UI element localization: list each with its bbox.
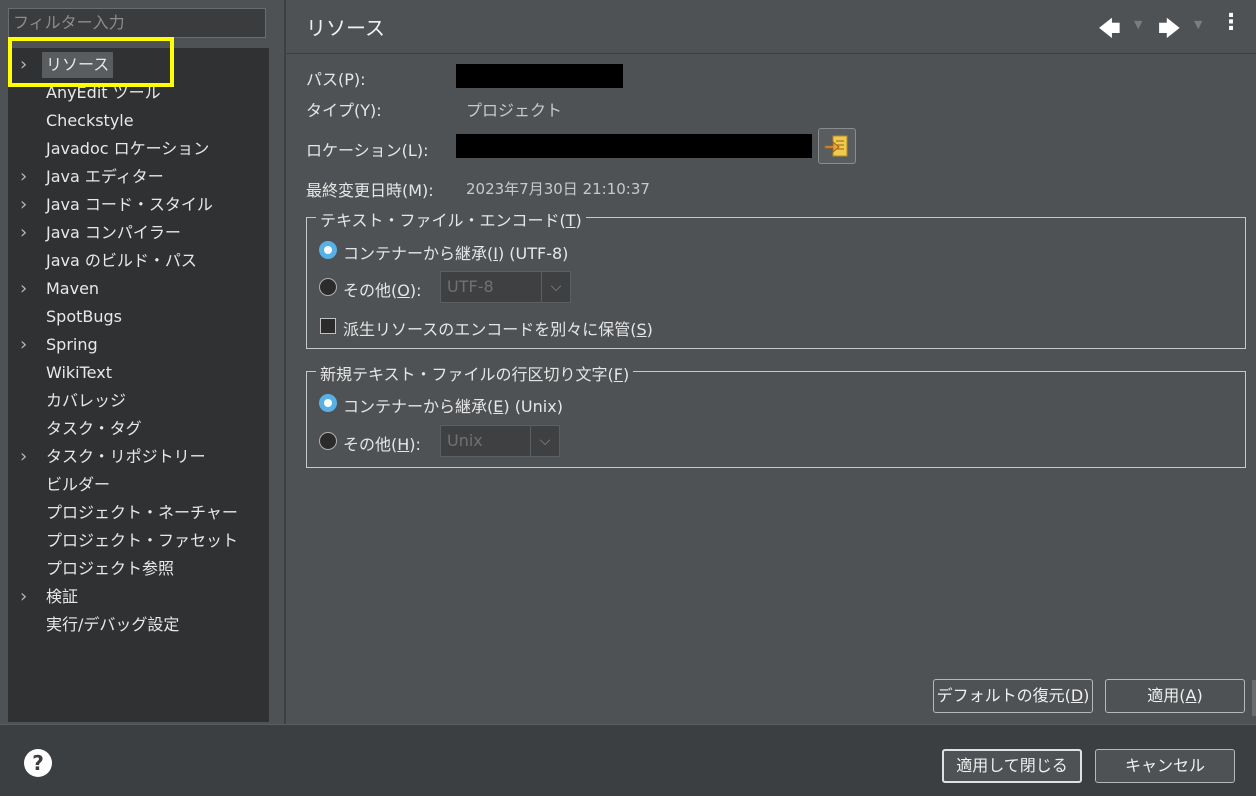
encoding-select[interactable]: UTF-8 ⌵ bbox=[440, 271, 571, 303]
arrow-left-icon[interactable]: 🡄 bbox=[1098, 12, 1121, 50]
encoding-select-value: UTF-8 bbox=[447, 277, 494, 296]
tree-item[interactable]: Java のビルド・パス bbox=[8, 248, 269, 274]
tree-item-label: タスク・タグ bbox=[46, 419, 142, 438]
type-value: プロジェクト bbox=[466, 101, 563, 120]
modified-label: 最終変更日時(M): bbox=[306, 181, 434, 200]
tree-item-label: プロジェクト参照 bbox=[46, 559, 175, 578]
preferences-tree-panel: フィルター入力 › リソース AnyEdit ツール Checkstyle Javado… bbox=[0, 0, 286, 724]
filter-input[interactable]: フィルター入力 bbox=[8, 8, 266, 38]
line-delimiter-group-title: 新規テキスト・ファイルの行区切り文字(F) bbox=[316, 361, 634, 385]
open-location-icon bbox=[824, 135, 848, 157]
delimiter-select-value: Unix bbox=[447, 431, 483, 450]
tree-item-label: タスク・リポジトリー bbox=[46, 447, 206, 466]
encoding-other-label[interactable]: その他(O): bbox=[343, 277, 421, 301]
tree-item-label: Checkstyle bbox=[46, 111, 134, 130]
chevron-right-icon[interactable]: › bbox=[20, 164, 32, 190]
kebab-menu-icon[interactable]: ⋮ bbox=[1220, 10, 1242, 35]
tree-item-label: カバレッジ bbox=[46, 391, 127, 410]
tree-item-label: Maven bbox=[46, 279, 100, 298]
tree-item-label: WikiText bbox=[46, 363, 112, 382]
encoding-inherit-radio[interactable] bbox=[319, 241, 337, 259]
tree-item[interactable]: プロジェクト参照 bbox=[8, 556, 269, 582]
tree-item-label: 検証 bbox=[46, 587, 79, 606]
tree-item[interactable]: Javadoc ロケーション bbox=[8, 136, 269, 162]
chevron-right-icon[interactable]: › bbox=[20, 584, 32, 610]
delimiter-inherit-label[interactable]: コンテナーから継承(E) (Unix) bbox=[343, 393, 563, 417]
help-icon[interactable]: ? bbox=[24, 749, 52, 777]
tree-item-label: プロジェクト・ネーチャー bbox=[46, 503, 238, 522]
chevron-right-icon[interactable]: › bbox=[20, 444, 32, 470]
tree-item[interactable]: 実行/デバッグ設定 bbox=[8, 612, 269, 638]
tree-item[interactable]: › Spring bbox=[8, 332, 269, 358]
delimiter-other-label[interactable]: その他(H): bbox=[343, 431, 421, 455]
delimiter-select[interactable]: Unix ⌵ bbox=[440, 425, 560, 457]
tree-item[interactable]: SpotBugs bbox=[8, 304, 269, 330]
tree-item[interactable]: WikiText bbox=[8, 360, 269, 386]
tree-item[interactable]: タスク・タグ bbox=[8, 416, 269, 442]
tree-item[interactable]: › Java コンパイラー bbox=[8, 220, 269, 246]
type-label: タイプ(Y): bbox=[306, 101, 382, 120]
forward-dropdown-icon[interactable]: ▼ bbox=[1194, 18, 1202, 31]
chevron-right-icon[interactable]: › bbox=[20, 192, 32, 218]
apply-button[interactable]: 適用(A) bbox=[1105, 679, 1245, 713]
derived-encoding-label[interactable]: 派生リソースのエンコードを別々に保管(S) bbox=[343, 316, 653, 340]
modified-value: 2023年7月30日 21:10:37 bbox=[466, 180, 650, 198]
location-label: ロケーション(L): bbox=[306, 141, 429, 160]
chevron-right-icon[interactable]: › bbox=[20, 332, 32, 358]
tree-item-label: Java エディター bbox=[46, 167, 164, 186]
tree-item-label: SpotBugs bbox=[46, 307, 122, 326]
cancel-button[interactable]: キャンセル bbox=[1095, 749, 1235, 783]
tree-item-label: プロジェクト・ファセット bbox=[46, 531, 239, 550]
tree-item[interactable]: › Java エディター bbox=[8, 164, 269, 190]
tree-item[interactable]: プロジェクト・ファセット bbox=[8, 528, 269, 554]
tree-item[interactable]: › タスク・リポジトリー bbox=[8, 444, 269, 470]
path-label: パス(P): bbox=[306, 70, 366, 89]
tree-item[interactable]: › Java コード・スタイル bbox=[8, 192, 269, 218]
chevron-down-icon: ⌵ bbox=[530, 426, 559, 456]
tree-item[interactable]: ビルダー bbox=[8, 472, 269, 498]
location-value-redacted bbox=[456, 134, 812, 158]
chevron-down-icon: ⌵ bbox=[541, 272, 570, 302]
tree-item-label: 実行/デバッグ設定 bbox=[46, 615, 180, 634]
tree-item[interactable]: Checkstyle bbox=[8, 108, 269, 134]
tree-item-label: Java のビルド・パス bbox=[46, 251, 197, 270]
vertical-scrollbar[interactable] bbox=[1252, 680, 1256, 716]
chevron-right-icon[interactable]: › bbox=[20, 276, 32, 302]
encoding-other-radio[interactable] bbox=[319, 278, 337, 296]
header-separator bbox=[286, 53, 1256, 54]
category-tree: › リソース AnyEdit ツール Checkstyle Javadoc ロケーション… bbox=[8, 48, 269, 722]
tree-item-label: Javadoc ロケーション bbox=[46, 139, 210, 158]
arrow-right-icon[interactable]: 🡆 bbox=[1158, 12, 1181, 50]
chevron-right-icon[interactable]: › bbox=[20, 220, 32, 246]
derived-encoding-checkbox[interactable] bbox=[320, 318, 336, 334]
tree-item-label: ビルダー bbox=[46, 475, 111, 494]
tree-item[interactable]: カバレッジ bbox=[8, 388, 269, 414]
tree-item[interactable]: › Maven bbox=[8, 276, 269, 302]
tree-item[interactable]: プロジェクト・ネーチャー bbox=[8, 500, 269, 526]
encoding-inherit-label[interactable]: コンテナーから継承(I) (UTF-8) bbox=[343, 240, 568, 264]
tree-item[interactable]: › 検証 bbox=[8, 584, 269, 610]
show-in-explorer-button[interactable] bbox=[818, 128, 856, 164]
tree-item-label: Java コード・スタイル bbox=[46, 195, 213, 214]
delimiter-other-radio[interactable] bbox=[319, 432, 337, 450]
encoding-group-title: テキスト・ファイル・エンコード(T) bbox=[316, 207, 586, 231]
tree-item-label: Spring bbox=[46, 335, 98, 354]
tree-item-label: Java コンパイラー bbox=[46, 223, 181, 242]
restore-defaults-button[interactable]: デフォルトの復元(D) bbox=[933, 679, 1093, 713]
page-title: リソース bbox=[306, 16, 385, 40]
annotation-highlight-box bbox=[8, 37, 174, 87]
path-value-redacted bbox=[456, 64, 623, 88]
apply-and-close-button[interactable]: 適用して閉じる bbox=[942, 749, 1082, 783]
panel-divider[interactable] bbox=[284, 0, 286, 724]
delimiter-inherit-radio[interactable] bbox=[319, 394, 337, 412]
back-dropdown-icon[interactable]: ▼ bbox=[1134, 18, 1142, 31]
